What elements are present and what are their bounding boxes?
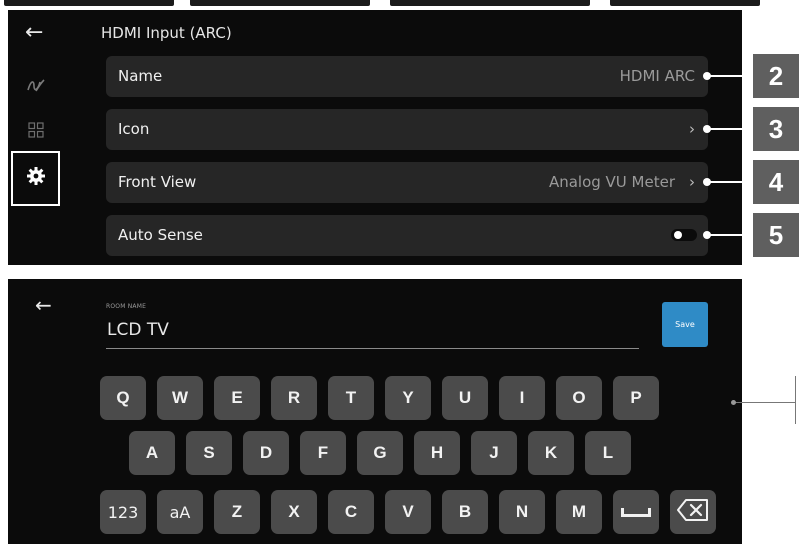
- chevron-right-icon: ›: [689, 120, 695, 138]
- keyboard-callout-dot: [731, 400, 736, 405]
- front-view-value: Analog VU Meter ›: [549, 173, 695, 191]
- auto-sense-label: Auto Sense: [118, 226, 203, 244]
- auto-sense-toggle[interactable]: [671, 229, 697, 241]
- key-t[interactable]: T: [328, 376, 374, 420]
- key-i[interactable]: I: [499, 376, 545, 420]
- keyboard-callout-line: [733, 402, 795, 403]
- hdmi-input-panel: ← HDMI Input (ARC) Name HDMI ARC Icon › …: [8, 10, 742, 265]
- key-e[interactable]: E: [214, 376, 260, 420]
- room-name-input[interactable]: LCD TV: [107, 320, 169, 340]
- page-title: HDMI Input (ARC): [101, 24, 232, 42]
- front-view-label: Front View: [118, 173, 197, 191]
- room-name-caption: ROOM NAME: [106, 303, 147, 310]
- key-s[interactable]: S: [186, 431, 232, 475]
- key-b[interactable]: B: [442, 490, 488, 534]
- back-arrow-icon[interactable]: ←: [35, 293, 52, 317]
- callout-badge-5: 5: [753, 213, 799, 257]
- key-j[interactable]: J: [471, 431, 517, 475]
- callout-line-3: [706, 128, 753, 130]
- key-k[interactable]: K: [528, 431, 574, 475]
- key-c[interactable]: C: [328, 490, 374, 534]
- toggle-knob: [674, 231, 682, 239]
- callout-dot-3: [703, 125, 711, 133]
- key-n[interactable]: N: [499, 490, 545, 534]
- cropped-top-text: [0, 0, 802, 10]
- settings-tab[interactable]: [11, 151, 60, 206]
- callout-badge-2: 2: [753, 54, 799, 98]
- name-value: HDMI ARC: [619, 67, 695, 85]
- key-m[interactable]: M: [556, 490, 602, 534]
- key-shift[interactable]: aA: [157, 490, 203, 534]
- key-f[interactable]: F: [300, 431, 346, 475]
- backspace-icon: [676, 498, 710, 527]
- chevron-right-icon: ›: [689, 173, 695, 191]
- key-h[interactable]: H: [414, 431, 460, 475]
- key-y[interactable]: Y: [385, 376, 431, 420]
- name-row[interactable]: Name HDMI ARC: [106, 56, 708, 97]
- key-l[interactable]: L: [585, 431, 631, 475]
- name-label: Name: [118, 67, 163, 85]
- front-view-value-text: Analog VU Meter: [548, 173, 675, 191]
- wave-logo-icon[interactable]: [26, 76, 46, 99]
- key-a[interactable]: A: [129, 431, 175, 475]
- callout-badge-3: 3: [753, 107, 799, 151]
- key-g[interactable]: G: [357, 431, 403, 475]
- key-z[interactable]: Z: [214, 490, 260, 534]
- keyboard-callout-bracket: [795, 376, 802, 424]
- icon-row[interactable]: Icon ›: [106, 109, 708, 150]
- icon-label: Icon: [118, 120, 150, 138]
- callout-dot-2: [703, 72, 711, 80]
- key-r[interactable]: R: [271, 376, 317, 420]
- front-view-row[interactable]: Front View Analog VU Meter ›: [106, 162, 708, 203]
- key-u[interactable]: U: [442, 376, 488, 420]
- key-v[interactable]: V: [385, 490, 431, 534]
- auto-sense-row[interactable]: Auto Sense: [106, 215, 708, 256]
- callout-line-4: [706, 181, 753, 183]
- space-key-icon: [621, 507, 651, 517]
- key-p[interactable]: P: [613, 376, 659, 420]
- key-d[interactable]: D: [243, 431, 289, 475]
- key-q[interactable]: Q: [100, 376, 146, 420]
- key-backspace[interactable]: [670, 490, 716, 534]
- back-arrow-icon[interactable]: ←: [25, 20, 43, 45]
- key-x[interactable]: X: [271, 490, 317, 534]
- callout-dot-4: [703, 178, 711, 186]
- save-button[interactable]: Save: [662, 302, 708, 347]
- callout-line-5: [706, 234, 753, 236]
- key-numbers[interactable]: 123: [100, 490, 146, 534]
- icon-row-value: ›: [675, 120, 695, 138]
- key-w[interactable]: W: [157, 376, 203, 420]
- callout-dot-5: [703, 231, 711, 239]
- input-underline: [106, 348, 639, 349]
- callout-line-2: [706, 75, 753, 77]
- gear-icon: [26, 166, 46, 191]
- grid-icon[interactable]: [28, 122, 44, 143]
- key-o[interactable]: O: [556, 376, 602, 420]
- key-space[interactable]: [613, 490, 659, 534]
- room-name-editor: ← ROOM NAME LCD TV Save Q W E R T Y U I …: [8, 279, 742, 544]
- callout-badge-4: 4: [753, 160, 799, 204]
